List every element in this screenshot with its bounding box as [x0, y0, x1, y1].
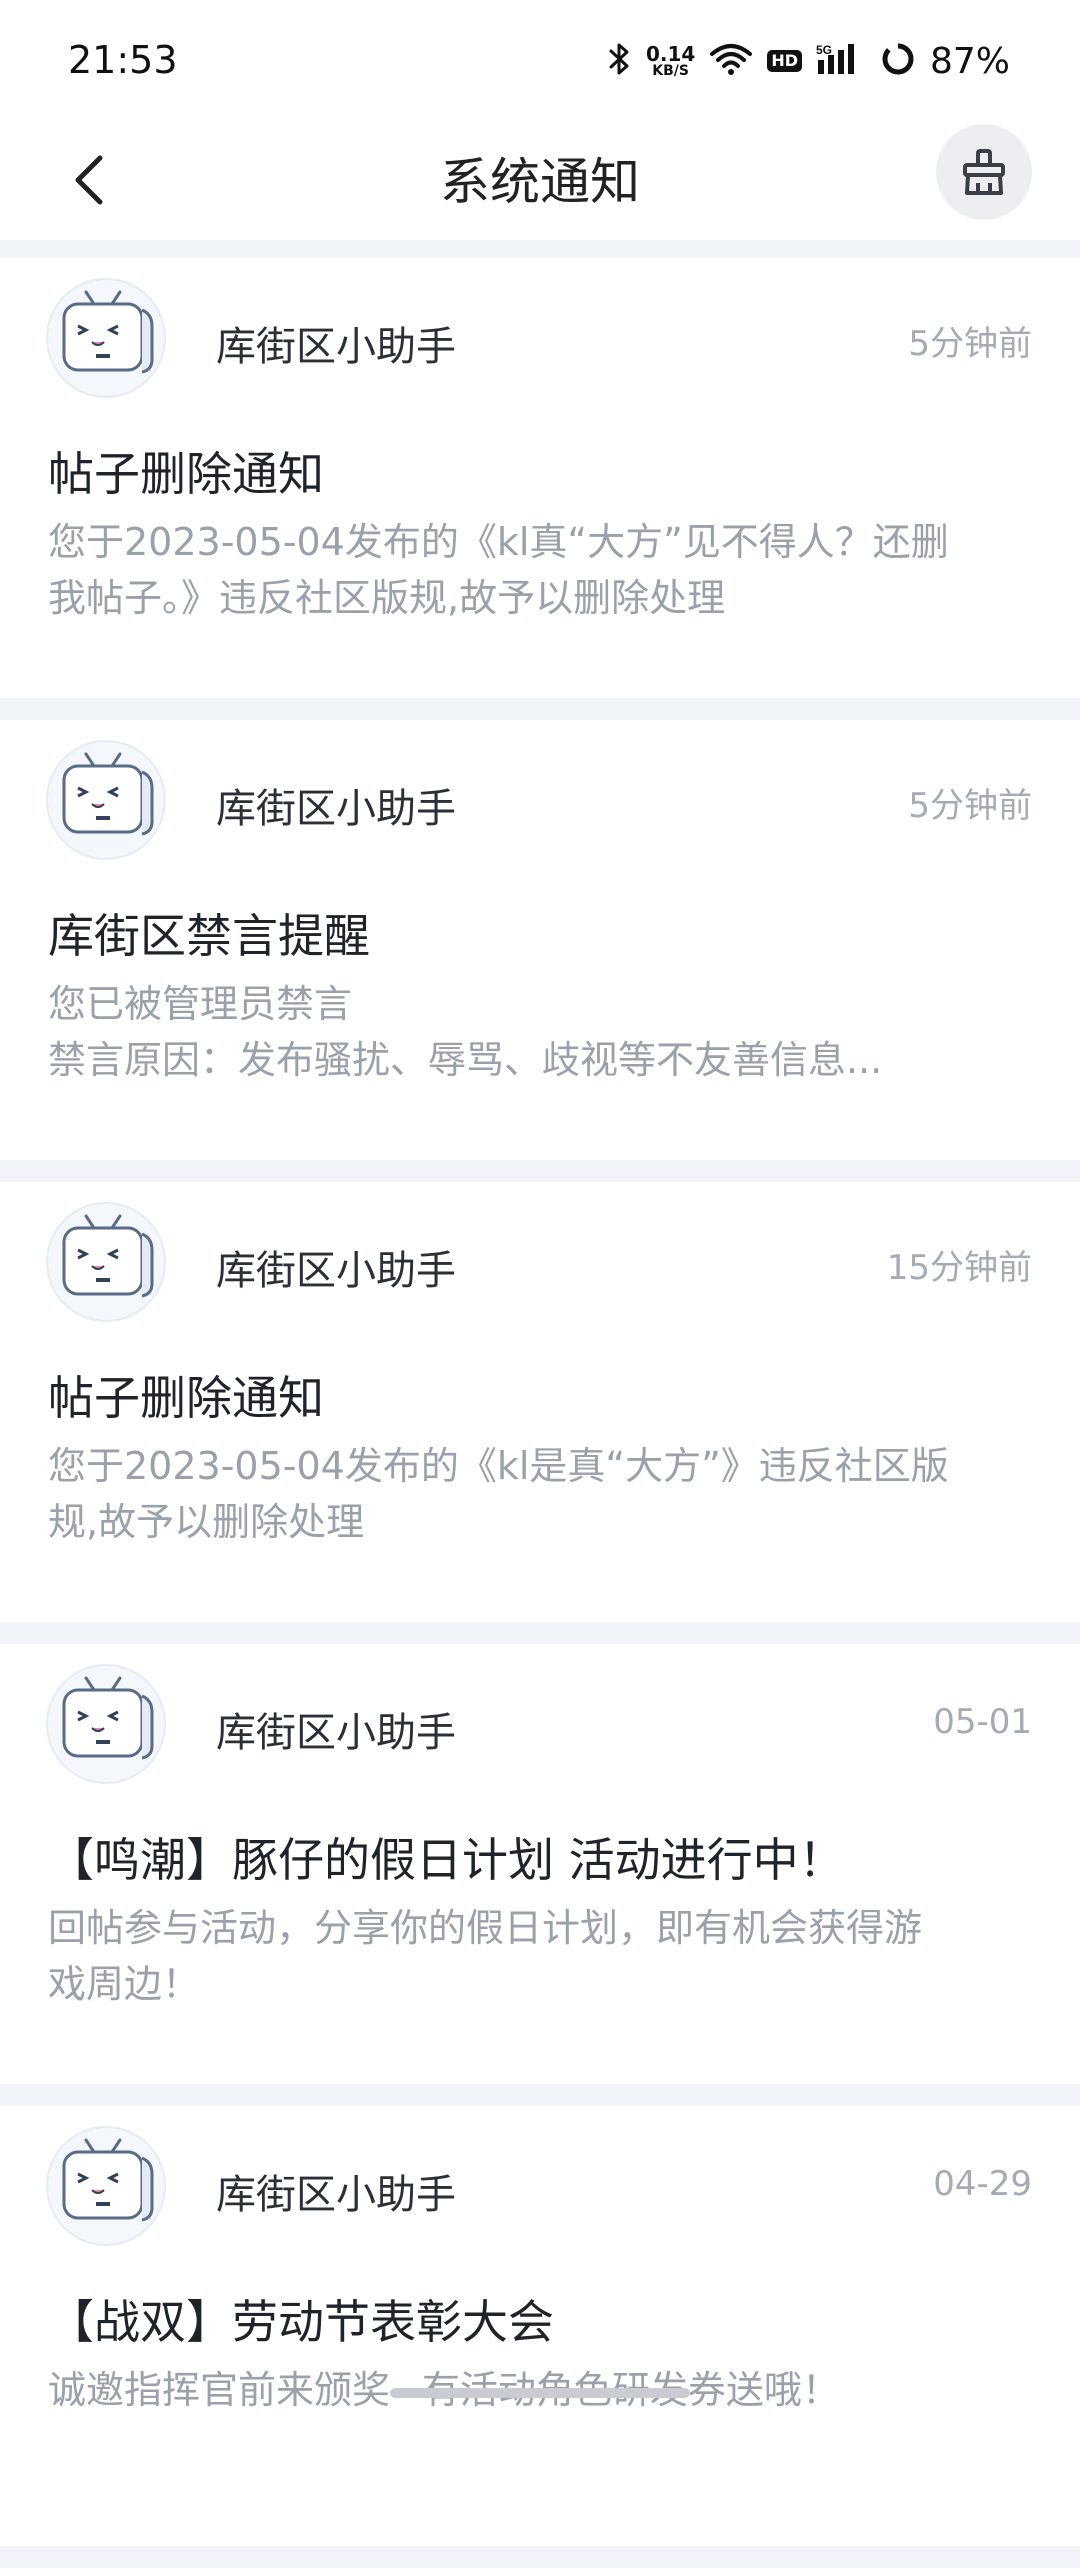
- timestamp: 05-01: [933, 1702, 1032, 1742]
- avatar[interactable]: [46, 1664, 166, 1784]
- notification-card[interactable]: 库街区小助手 04-29 【战双】劳动节表彰大会 诚邀指挥官前来颁奖~有活动角色…: [0, 2106, 1080, 2546]
- notification-card[interactable]: 库街区小助手 15分钟前 帖子删除通知 您于2023-05-04发布的《kl是真…: [0, 1182, 1080, 1622]
- notification-card[interactable]: 库街区小助手 05-01 【鸣潮】豚仔的假日计划 活动进行中！ 回帖参与活动，分…: [0, 1644, 1080, 2084]
- body-line: 回帖参与活动，分享你的假日计划，即有机会获得游: [48, 1906, 923, 1950]
- body-line: 规,故予以删除处理: [48, 1500, 365, 1544]
- sender-name: 库街区小助手: [216, 786, 456, 832]
- home-indicator[interactable]: [390, 2388, 690, 2398]
- hd-badge: HD: [767, 50, 802, 72]
- bluetooth-icon: [608, 42, 632, 80]
- battery-ring-icon: [880, 41, 916, 81]
- body-line: 禁言原因：发布骚扰、辱骂、歧视等不友善信息...: [48, 1038, 883, 1082]
- avatar[interactable]: [46, 2126, 166, 2246]
- robot-mascot-icon: [62, 1676, 154, 1760]
- notification-body: 回帖参与活动，分享你的假日计划，即有机会获得游 戏周边！: [48, 1900, 1032, 2012]
- broom-icon: [963, 149, 1005, 195]
- robot-mascot-icon: [62, 1214, 154, 1298]
- robot-mascot-icon: [62, 290, 154, 374]
- timestamp: 5分钟前: [908, 324, 1032, 364]
- clear-all-button[interactable]: [936, 124, 1032, 220]
- svg-text:5G: 5G: [816, 43, 832, 57]
- signal-icon: 5G: [816, 42, 866, 80]
- net-speed-value: 0.14: [645, 42, 696, 66]
- status-time: 21:53: [68, 38, 178, 82]
- body-line: 您于2023-05-04发布的《kl真“大方”见不得人？还删: [48, 520, 949, 564]
- notification-title: 库街区禁言提醒: [48, 909, 370, 963]
- robot-mascot-icon: [62, 752, 154, 836]
- wifi-icon: [709, 42, 753, 80]
- page-title: 系统通知: [440, 153, 640, 211]
- body-line: 戏周边！: [48, 1962, 201, 2006]
- sender-name: 库街区小助手: [216, 1248, 456, 1294]
- notification-title: 【鸣潮】豚仔的假日计划 活动进行中！: [48, 1833, 845, 1887]
- notification-body: 您于2023-05-04发布的《kl真“大方”见不得人？还删 我帖子。》违反社区…: [48, 514, 1032, 626]
- avatar[interactable]: [46, 278, 166, 398]
- notification-body: 您于2023-05-04发布的《kl是真“大方”》违反社区版 规,故予以删除处理: [48, 1438, 1032, 1550]
- battery-level: 87%: [929, 40, 1010, 82]
- nav-bar: 系统通知: [0, 120, 1080, 240]
- notification-title: 帖子删除通知: [48, 447, 324, 501]
- timestamp: 15分钟前: [886, 1248, 1032, 1288]
- timestamp: 04-29: [933, 2164, 1032, 2204]
- notification-card[interactable]: 库街区小助手 5分钟前 帖子删除通知 您于2023-05-04发布的《kl真“大…: [0, 258, 1080, 698]
- status-icons: 0.14 KB/S HD 5G 87%: [608, 36, 1010, 86]
- sender-name: 库街区小助手: [216, 1710, 456, 1756]
- body-line: 您已被管理员禁言: [48, 982, 353, 1026]
- sender-name: 库街区小助手: [216, 2172, 456, 2218]
- status-bar: 21:53 0.14 KB/S HD 5G 87%: [0, 0, 1080, 120]
- net-speed-unit: KB/S: [652, 63, 689, 79]
- avatar[interactable]: [46, 740, 166, 860]
- body-line: 您于2023-05-04发布的《kl是真“大方”》违反社区版: [48, 1444, 949, 1488]
- notification-list: 库街区小助手 5分钟前 帖子删除通知 您于2023-05-04发布的《kl真“大…: [0, 258, 1080, 2568]
- notification-body: 您已被管理员禁言 禁言原因：发布骚扰、辱骂、歧视等不友善信息...: [48, 976, 1032, 1088]
- notification-title: 帖子删除通知: [48, 1371, 324, 1425]
- net-speed: 0.14 KB/S: [646, 44, 695, 78]
- avatar[interactable]: [46, 1202, 166, 1322]
- body-line: 我帖子。》违反社区版规,故予以删除处理: [48, 576, 726, 620]
- notification-card[interactable]: 库街区小助手 5分钟前 库街区禁言提醒 您已被管理员禁言 禁言原因：发布骚扰、辱…: [0, 720, 1080, 1160]
- timestamp: 5分钟前: [908, 786, 1032, 826]
- sender-name: 库街区小助手: [216, 324, 456, 370]
- robot-mascot-icon: [62, 2138, 154, 2222]
- notification-title: 【战双】劳动节表彰大会: [48, 2295, 554, 2349]
